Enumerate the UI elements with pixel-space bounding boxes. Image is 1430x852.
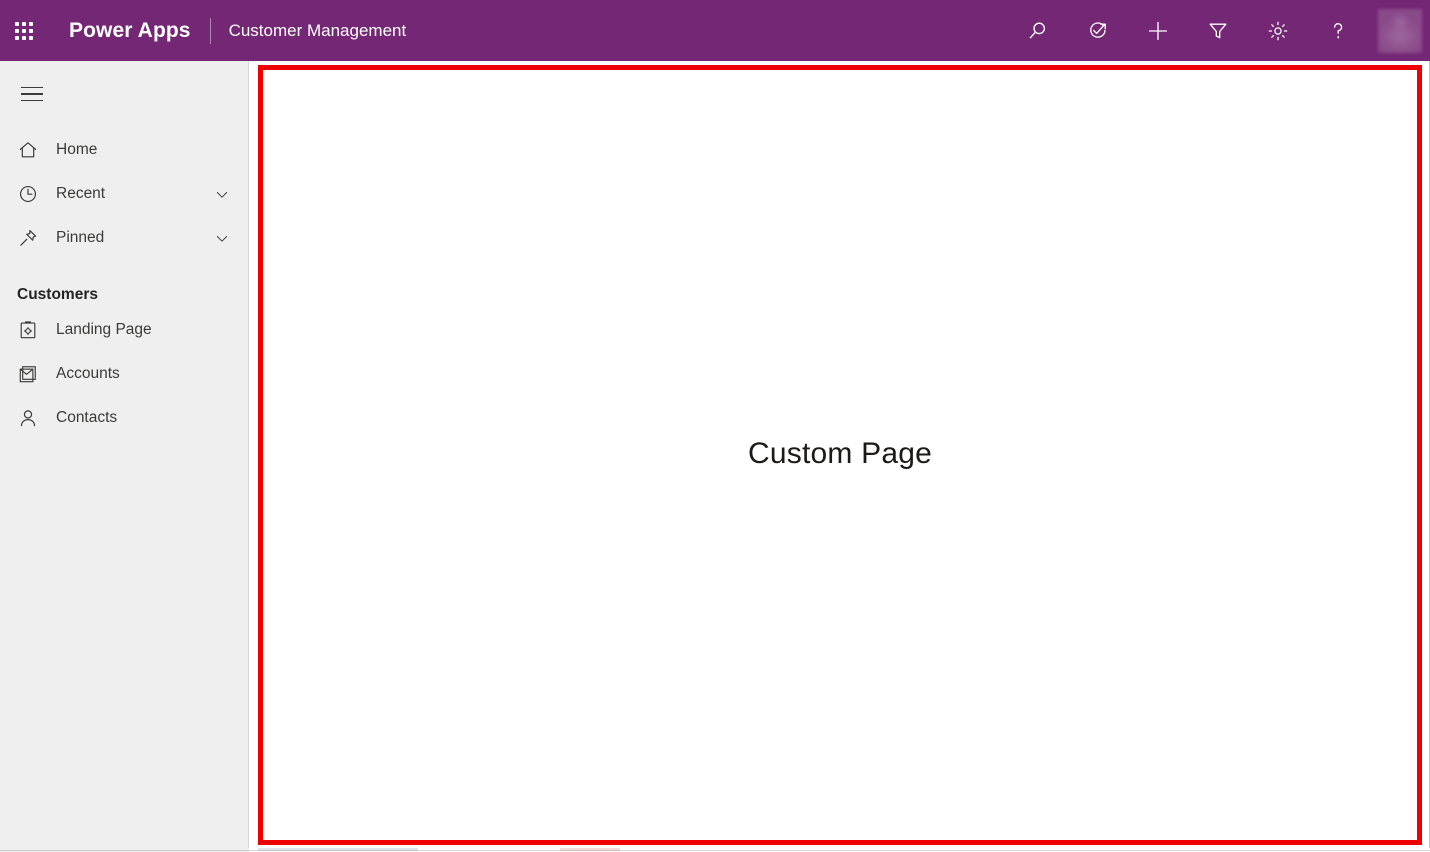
page-title: Custom Page: [263, 437, 1417, 471]
clipboard-gear-icon: [16, 318, 40, 342]
brand-title[interactable]: Power Apps: [69, 19, 191, 43]
sidebar-item-accounts[interactable]: Accounts: [0, 352, 248, 396]
custom-page-highlight-border: Custom Page: [258, 65, 1422, 845]
content-area: Custom Page: [250, 61, 1430, 852]
sidebar-item-contacts[interactable]: Contacts: [0, 396, 248, 440]
sidebar-item-label: Home: [56, 141, 97, 159]
filter-icon[interactable]: [1195, 7, 1241, 55]
pin-icon: [16, 226, 40, 250]
sidebar-item-home[interactable]: Home: [0, 128, 248, 172]
avatar[interactable]: [1378, 9, 1422, 53]
contact-person-icon: [16, 406, 40, 430]
sidebar-item-label: Accounts: [56, 365, 120, 383]
sidebar-item-recent[interactable]: Recent: [0, 172, 248, 216]
hamburger-menu-icon[interactable]: [8, 72, 56, 116]
plus-icon[interactable]: [1135, 7, 1181, 55]
bottom-sliver-line: [0, 850, 1430, 851]
home-icon: [16, 138, 40, 162]
sidebar-item-label: Contacts: [56, 409, 117, 427]
sidebar-item-pinned[interactable]: Pinned: [0, 216, 248, 260]
search-icon[interactable]: [1015, 7, 1061, 55]
chevron-down-icon[interactable]: [214, 186, 230, 202]
sidebar-item-landing-page[interactable]: Landing Page: [0, 308, 248, 352]
sidebar-item-label: Landing Page: [56, 321, 152, 339]
sidebar-primary-nav: Home Recent: [0, 128, 248, 260]
sidebar: Home Recent: [0, 61, 249, 852]
header-command-icons: [1015, 0, 1430, 61]
app-header-bar: Power Apps Customer Management: [0, 0, 1430, 61]
waffle-grid: [15, 22, 33, 40]
clock-icon: [16, 182, 40, 206]
custom-page-canvas[interactable]: Custom Page: [263, 70, 1417, 840]
bottom-window-sliver: [0, 848, 1430, 852]
sidebar-item-label: Pinned: [56, 229, 104, 247]
sidebar-group-nav: Landing Page Accounts: [0, 308, 248, 440]
sidebar-group-title: Customers: [17, 286, 248, 304]
power-apps-window: Power Apps Customer Management: [0, 0, 1430, 852]
diagnostics-icon[interactable]: [1075, 7, 1121, 55]
chevron-down-icon[interactable]: [214, 230, 230, 246]
sidebar-item-label: Recent: [56, 185, 105, 203]
header-divider: [210, 18, 211, 44]
app-name-title[interactable]: Customer Management: [229, 21, 407, 41]
help-icon[interactable]: [1315, 7, 1361, 55]
gear-icon[interactable]: [1255, 7, 1301, 55]
app-launcher-waffle-icon[interactable]: [0, 0, 48, 61]
accounts-card-icon: [16, 362, 40, 386]
